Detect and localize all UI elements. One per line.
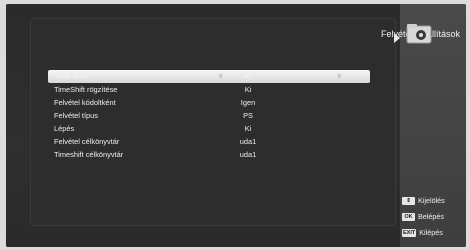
menu-item-label: TimeShift rögzítése (54, 85, 118, 94)
hint-enter: OK Belépés (402, 212, 444, 222)
menu-item-timeshift-recording[interactable]: TimeShift rögzítése Ki (48, 83, 370, 96)
menu-item-value: Ki (244, 72, 252, 81)
menu-item-value: uda1 (239, 150, 257, 159)
menu-item-record-encrypted[interactable]: Felvétel kódoltként Igen (48, 96, 370, 109)
menu-item-label: Time Shift (54, 72, 87, 81)
hint-exit: EXIT Kilépés (402, 228, 443, 238)
hint-label: Kilépés (419, 228, 443, 238)
menu-item-label: Lépés (54, 124, 75, 133)
menu-item-label: Felvétel célkönyvtár (54, 137, 120, 146)
menu-item-step[interactable]: Lépés Ki (48, 122, 370, 135)
arrow-right-icon[interactable] (338, 73, 342, 79)
menu-item-value: uda1 (239, 137, 257, 146)
folder-icon (406, 24, 432, 44)
menu-item-record-type[interactable]: Felvétel típus PS (48, 109, 370, 122)
ok-key-icon: OK (402, 213, 415, 222)
menu-item-value: Ki (244, 124, 252, 133)
updown-key-icon: ⇕ (402, 197, 415, 206)
menu-item-label: Timeshift célkönyvtár (54, 150, 124, 159)
exit-key-icon: EXIT (402, 229, 417, 238)
menu-item-record-directory[interactable]: Felvétel célkönyvtár uda1 (48, 135, 370, 148)
menu-item-value: Igen (240, 98, 256, 107)
settings-menu: Time Shift Ki TimeShift rögzítése Ki Fel… (48, 70, 370, 161)
title-pointer-icon (394, 33, 400, 43)
hint-label: Kijelölés (418, 196, 445, 206)
menu-item-value: PS (243, 111, 253, 120)
menu-item-label: Felvétel típus (54, 111, 98, 120)
menu-item-label: Felvétel kódoltként (54, 98, 116, 107)
hint-label: Belépés (418, 212, 444, 222)
hint-select: ⇕ Kijelölés (402, 196, 445, 206)
menu-item-time-shift[interactable]: Time Shift Ki (48, 70, 370, 83)
menu-item-value: Ki (244, 85, 252, 94)
menu-item-timeshift-directory[interactable]: Timeshift célkönyvtár uda1 (48, 148, 370, 161)
